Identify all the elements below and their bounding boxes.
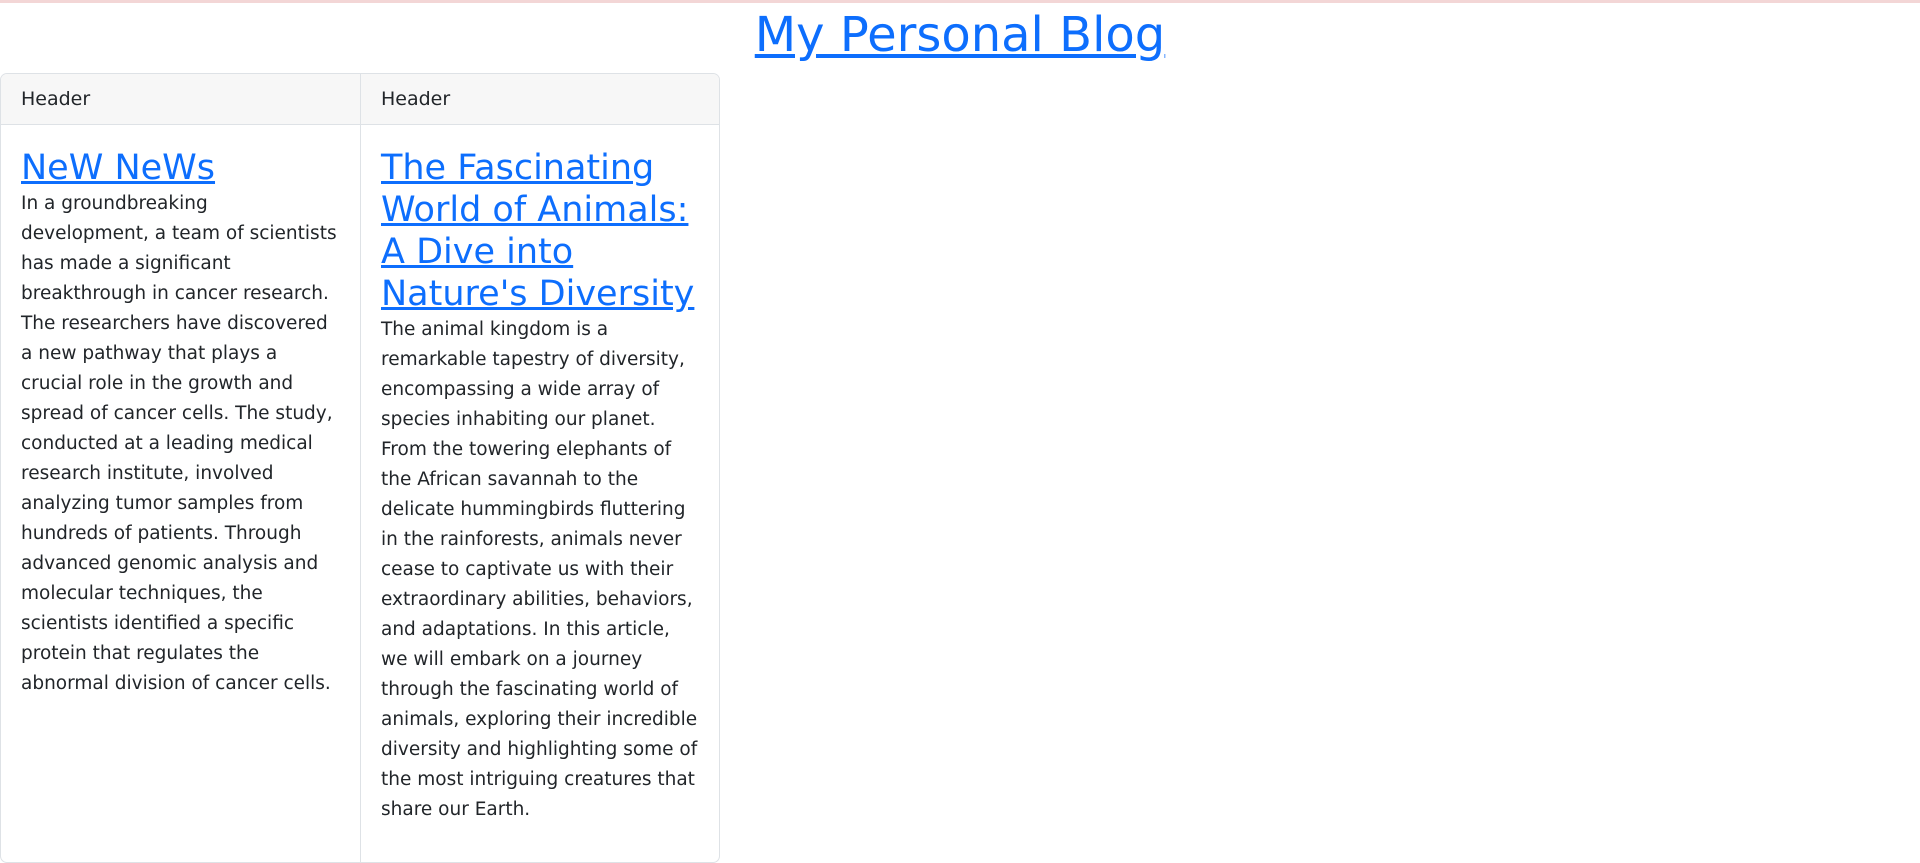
post-excerpt: The animal kingdom is a remarkable tapes… xyxy=(381,319,698,820)
card-body: The Fascinating World of Animals: A Dive… xyxy=(361,125,719,845)
post-excerpt: In a groundbreaking development, a team … xyxy=(21,193,337,694)
card-header: Header xyxy=(361,74,719,125)
site-title-link[interactable]: My Personal Blog xyxy=(0,4,1920,66)
card-body: NeW NeWs In a groundbreaking development… xyxy=(1,125,360,719)
card-header: Header xyxy=(1,74,360,125)
top-divider xyxy=(0,0,1920,3)
card-group: Header NeW NeWs In a groundbreaking deve… xyxy=(0,73,720,863)
post-title-link[interactable]: NeW NeWs xyxy=(21,148,215,188)
post-card-animals: Header The Fascinating World of Animals:… xyxy=(360,74,719,862)
post-title-link[interactable]: The Fascinating World of Animals: A Dive… xyxy=(381,148,694,314)
post-card-new-news: Header NeW NeWs In a groundbreaking deve… xyxy=(1,74,360,862)
